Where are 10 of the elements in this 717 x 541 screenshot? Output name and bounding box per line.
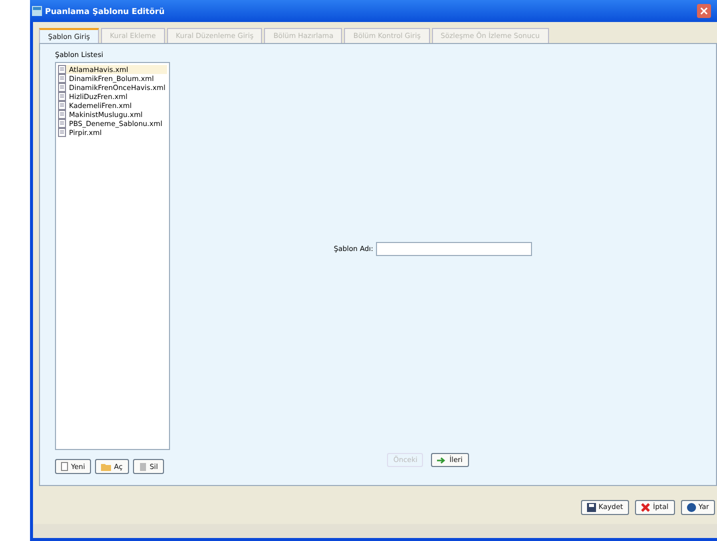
cross-icon [641,502,650,512]
close-icon[interactable] [697,4,711,18]
app-icon [32,6,42,16]
folder-icon [101,462,112,471]
info-icon [686,502,696,512]
window-title: Puanlama Şablonu Editörü [45,6,165,16]
arrow-right-icon [437,456,446,464]
template-name-field[interactable] [376,242,532,256]
page-icon [61,462,68,471]
save-icon [586,502,596,512]
